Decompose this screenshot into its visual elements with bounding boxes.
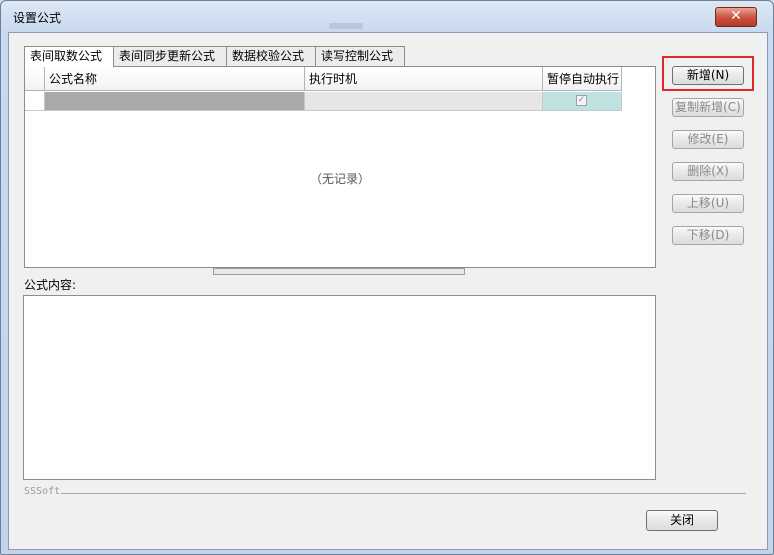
tab-label: 表间取数公式 [30, 49, 103, 63]
tab-label: 数据校验公式 [232, 49, 305, 63]
grid-header: 公式名称 执行时机 暂停自动执行 [25, 67, 655, 92]
window-title: 设置公式 [13, 11, 62, 25]
pause-auto-execute-cell: ✓ [543, 92, 622, 111]
title-bar[interactable]: 设置公式 ✕ [1, 1, 773, 33]
move-up-button[interactable]: 上移(U) [672, 194, 744, 213]
close-icon: ✕ [730, 8, 742, 24]
close-button[interactable]: 关闭 [646, 510, 718, 531]
tab-inter-table-fetch[interactable]: 表间取数公式 [24, 46, 114, 67]
move-down-button[interactable]: 下移(D) [672, 226, 744, 245]
title-ghost-text [329, 23, 363, 29]
column-header-pause-auto-execute[interactable]: 暂停自动执行 [543, 67, 622, 91]
formula-name-cell[interactable] [45, 92, 305, 111]
window-close-button[interactable]: ✕ [715, 7, 757, 27]
checkmark-icon: ✓ [577, 95, 586, 105]
row-selector[interactable] [25, 92, 45, 111]
column-header-formula-name[interactable]: 公式名称 [45, 67, 305, 91]
formula-content-label: 公式内容: [24, 278, 77, 292]
row-header-corner [25, 67, 45, 91]
tab-label: 读写控制公式 [321, 49, 394, 63]
tab-read-write-control[interactable]: 读写控制公式 [315, 46, 405, 66]
column-header-execution-time[interactable]: 执行时机 [305, 67, 543, 91]
tab-data-validation[interactable]: 数据校验公式 [226, 46, 316, 66]
formula-content-textarea[interactable] [23, 295, 656, 480]
footer-divider [61, 493, 746, 494]
modify-button[interactable]: 修改(E) [672, 130, 744, 149]
delete-button[interactable]: 删除(X) [672, 162, 744, 181]
footer-brand: SSSoft [24, 486, 61, 497]
tab-label: 表间同步更新公式 [119, 49, 216, 63]
dialog-window: 设置公式 ✕ 表间取数公式 表间同步更新公式 数据校验公式 读写控制公式 公式名… [0, 0, 774, 555]
new-button[interactable]: 新增(N) [672, 66, 744, 85]
execution-time-cell[interactable] [305, 92, 543, 111]
splitter-handle[interactable] [213, 268, 465, 275]
dialog-body: 表间取数公式 表间同步更新公式 数据校验公式 读写控制公式 公式名称 执行时机 … [8, 32, 768, 550]
tab-inter-table-sync[interactable]: 表间同步更新公式 [113, 46, 227, 66]
pause-auto-execute-checkbox[interactable]: ✓ [576, 95, 587, 106]
copy-new-button[interactable]: 复制新增(C) [672, 98, 744, 117]
empty-records-message: （无记录） [309, 172, 370, 186]
formula-grid[interactable]: 公式名称 执行时机 暂停自动执行 ✓ （无记录） [24, 66, 656, 268]
